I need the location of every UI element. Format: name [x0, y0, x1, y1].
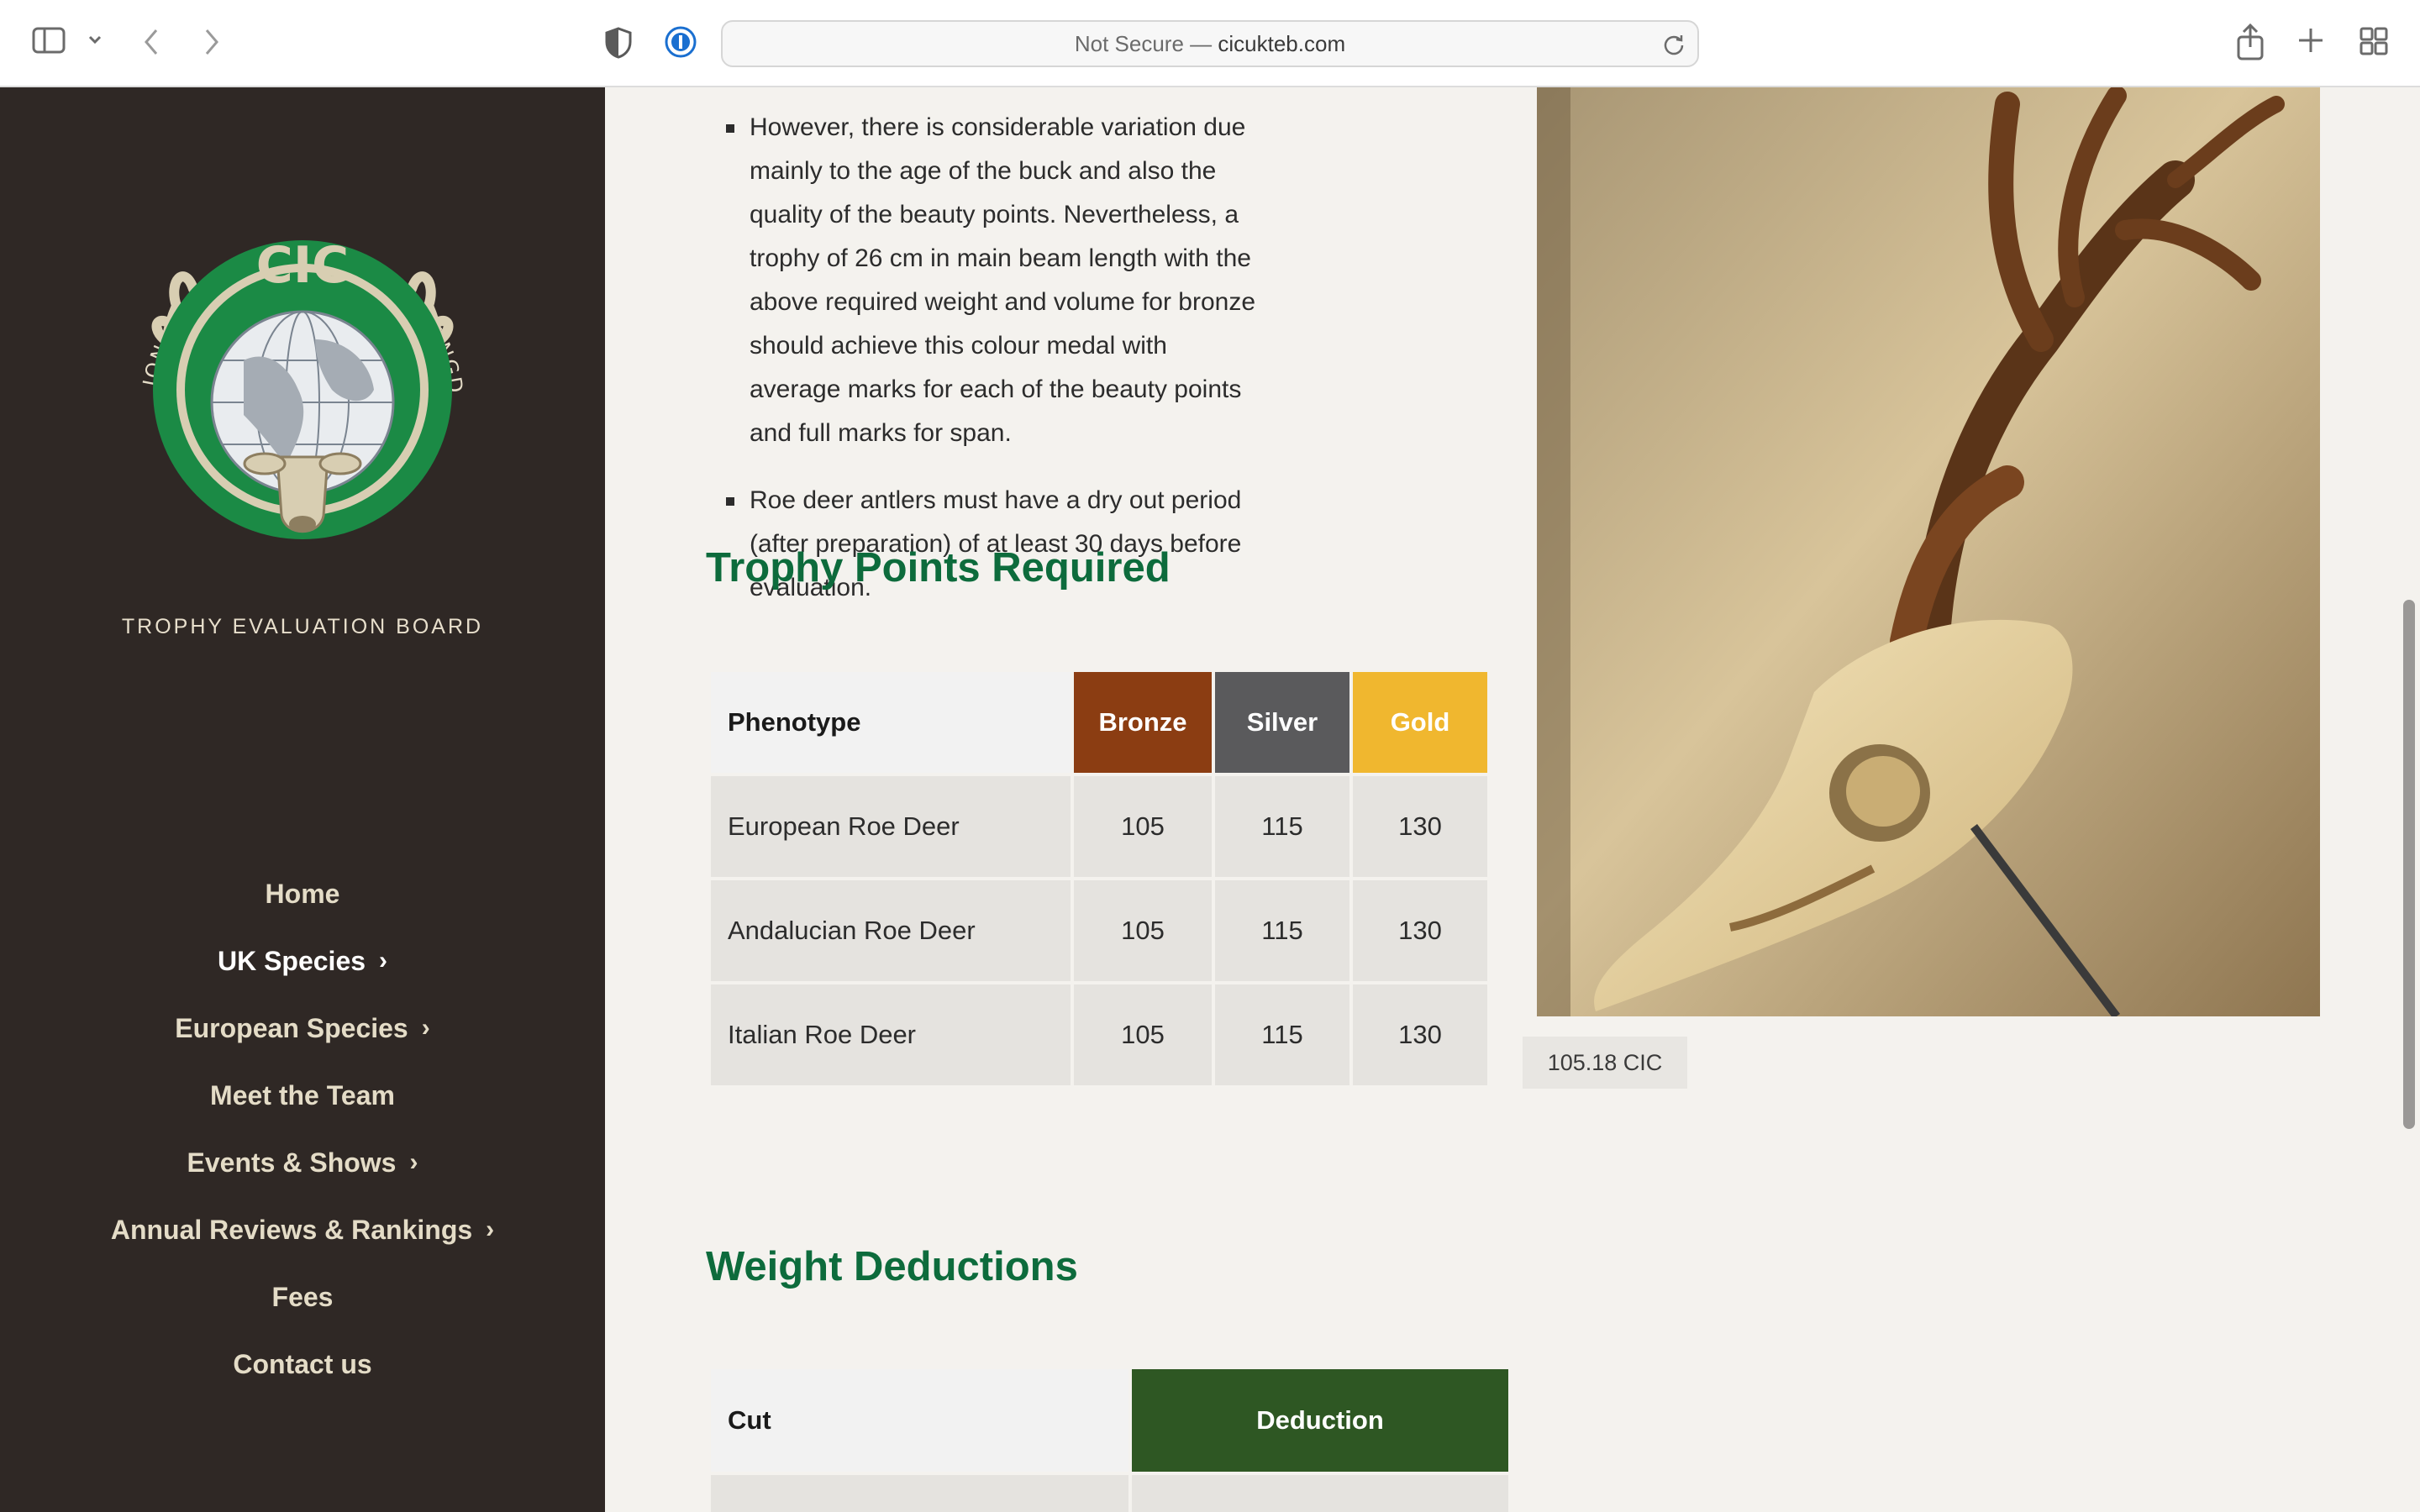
gold-cell: 130: [1353, 776, 1487, 877]
roe-deer-trophy-photo[interactable]: [1537, 87, 2320, 1016]
column-header-bronze: Bronze: [1074, 672, 1212, 773]
weight-deductions-table: Cut Deduction: [708, 1366, 1512, 1512]
nav-item-events-shows[interactable]: Events & Shows ›: [0, 1129, 605, 1196]
column-header-silver: Silver: [1215, 672, 1349, 773]
new-tab-icon[interactable]: [2297, 27, 2324, 54]
phenotype-cell: European Roe Deer: [711, 776, 1071, 877]
nav-item-annual-reviews[interactable]: Annual Reviews & Rankings ›: [0, 1196, 605, 1263]
photo-caption: 105.18 CIC: [1523, 1037, 1687, 1089]
main-navigation: Home UK Species › European Species › Mee…: [0, 860, 605, 1398]
sidebar-toggle-icon[interactable]: [32, 27, 66, 54]
table-cell: [711, 1475, 1128, 1512]
weight-deductions-heading: Weight Deductions: [706, 1244, 1078, 1289]
nav-item-european-species[interactable]: European Species ›: [0, 995, 605, 1062]
bronze-cell: 105: [1074, 776, 1212, 877]
column-header-gold: Gold: [1353, 672, 1487, 773]
gold-cell: 130: [1353, 984, 1487, 1085]
chevron-right-icon: ›: [421, 1014, 430, 1042]
nav-item-label: Annual Reviews & Rankings: [110, 1214, 473, 1245]
nav-item-contact-us[interactable]: Contact us: [0, 1331, 605, 1398]
tab-overview-icon[interactable]: [2360, 27, 2388, 55]
nav-item-label: Meet the Team: [210, 1079, 395, 1110]
table-header-row: Phenotype Bronze Silver Gold: [711, 672, 1487, 773]
bronze-cell: 105: [1074, 984, 1212, 1085]
forward-icon[interactable]: [202, 27, 222, 57]
password-manager-icon[interactable]: [664, 25, 697, 59]
back-icon[interactable]: [141, 27, 161, 57]
page-scrollbar[interactable]: [2403, 600, 2415, 1129]
phenotype-cell: Andalucian Roe Deer: [711, 880, 1071, 981]
nav-item-home[interactable]: Home: [0, 860, 605, 927]
silver-cell: 115: [1215, 984, 1349, 1085]
list-item: However, there is considerable variation…: [706, 106, 1260, 455]
reload-icon[interactable]: [1662, 32, 1686, 61]
cic-logo[interactable]: NATIONAL DELEGATION • UNITED KINGDOM CIC: [108, 161, 487, 549]
share-icon[interactable]: [2235, 24, 2265, 60]
chevron-right-icon: ›: [409, 1148, 418, 1176]
nav-item-meet-the-team[interactable]: Meet the Team: [0, 1062, 605, 1129]
chevron-right-icon: ›: [486, 1215, 495, 1243]
trophy-points-heading: Trophy Points Required: [706, 545, 1171, 591]
table-row: Andalucian Roe Deer 105 115 130: [711, 880, 1487, 981]
gold-cell: 130: [1353, 880, 1487, 981]
phenotype-cell: Italian Roe Deer: [711, 984, 1071, 1085]
column-header-phenotype: Phenotype: [711, 672, 1071, 773]
privacy-shield-icon[interactable]: [605, 27, 632, 59]
trophy-points-table: Phenotype Bronze Silver Gold European Ro…: [708, 669, 1491, 1089]
board-label: TROPHY EVALUATION BOARD: [121, 615, 484, 638]
chevron-right-icon: ›: [379, 947, 388, 974]
not-secure-label: Not Secure —: [1074, 30, 1213, 56]
url-domain: cicukteb.com: [1218, 30, 1346, 56]
table-row: [711, 1475, 1508, 1512]
svg-text:CIC: CIC: [256, 236, 349, 295]
column-header-cut: Cut: [711, 1369, 1128, 1472]
nav-item-label: UK Species: [217, 945, 366, 976]
chevron-down-icon[interactable]: [87, 34, 103, 45]
silver-cell: 115: [1215, 880, 1349, 981]
table-row: European Roe Deer 105 115 130: [711, 776, 1487, 877]
nav-item-uk-species[interactable]: UK Species ›: [0, 927, 605, 995]
nav-item-label: Contact us: [233, 1348, 372, 1379]
nav-item-label: European Species: [175, 1012, 408, 1043]
address-bar[interactable]: Not Secure — cicukteb.com: [721, 20, 1699, 67]
browser-toolbar: Not Secure — cicukteb.com: [0, 0, 2420, 87]
nav-item-label: Home: [265, 878, 340, 909]
nav-item-label: Events & Shows: [187, 1147, 397, 1178]
table-header-row: Cut Deduction: [711, 1369, 1508, 1472]
site-sidebar: NATIONAL DELEGATION • UNITED KINGDOM CIC: [0, 87, 605, 1512]
main-content: However, there is considerable variation…: [605, 87, 2420, 1512]
bronze-cell: 105: [1074, 880, 1212, 981]
table-cell: [1132, 1475, 1508, 1512]
nav-item-label: Fees: [271, 1281, 334, 1312]
table-row: Italian Roe Deer 105 115 130: [711, 984, 1487, 1085]
column-header-deduction: Deduction: [1132, 1369, 1508, 1472]
silver-cell: 115: [1215, 776, 1349, 877]
nav-item-fees[interactable]: Fees: [0, 1263, 605, 1331]
